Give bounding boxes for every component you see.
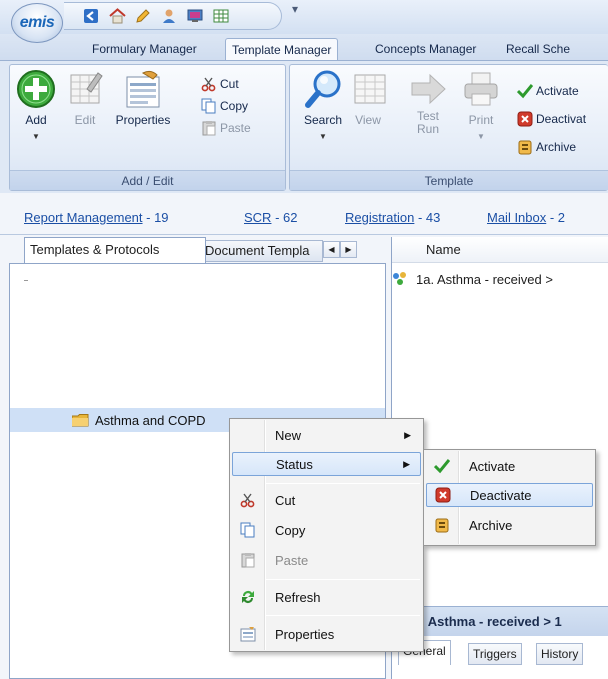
menu-separator [266,483,420,484]
edit-grid-icon [65,69,105,109]
link-registration[interactable]: Registration - 43 [345,210,440,225]
scissors-icon [201,76,217,92]
print-button[interactable]: Print ▼ [461,69,501,144]
monitor-icon[interactable] [186,7,204,25]
tab-concepts-manager[interactable]: Concepts Manager [369,38,482,61]
tab-formulary-manager[interactable]: Formulary Manager [86,38,203,61]
deactivate-icon [434,486,452,504]
tab-template-manager[interactable]: Template Manager [225,38,339,61]
printer-icon [461,69,501,109]
tab-document-templates[interactable]: Document Templa [199,240,323,262]
list-item[interactable]: 1a. Asthma - received > [392,267,608,291]
menu-item-new[interactable]: New ▶ [232,423,421,447]
menu-item-cut[interactable]: Cut [232,488,421,512]
properties-button[interactable]: Properties [107,69,179,128]
cut-button[interactable]: Cut [201,74,239,94]
left-panel-tabs: Templates & Protocols Document Templa ◀ … [9,237,386,263]
copy-button[interactable]: Copy [201,96,248,116]
menu-item-refresh[interactable]: Refresh [232,585,421,609]
menu-separator [266,579,420,580]
detail-title: . Asthma - received > 1 [392,606,608,636]
archive-icon [433,516,451,534]
ribbon-tabs: Formulary Manager Template Manager Conce… [0,34,608,61]
view-button[interactable]: View [350,69,386,128]
paste-icon [239,551,257,569]
view-grid-icon [350,69,390,109]
tab-recall-schedule[interactable]: Recall Sche [500,38,576,61]
submenu-item-archive[interactable]: Archive [426,513,593,537]
search-button[interactable]: Search ▼ [299,69,347,144]
patient-icon[interactable] [160,7,178,25]
activate-button[interactable]: Activate [517,81,579,101]
paste-button[interactable]: Paste [201,118,251,138]
scissors-icon [239,491,257,509]
copy-icon [201,98,217,114]
qat-customize-icon[interactable]: ▾ [292,2,298,16]
group-add-edit: Add ▼ Edit Properties Cut Copy Paste Add… [9,64,286,191]
pencil-icon[interactable] [134,7,152,25]
test-run-button[interactable]: Test Run [408,69,448,137]
menu-item-copy[interactable]: Copy [232,518,421,542]
checkmark-icon [433,457,451,475]
chevron-down-icon: ▼ [477,132,485,141]
archive-icon [517,139,533,155]
context-menu: New ▶ Status ▶ Cut Copy Paste Refresh Pr… [229,418,424,652]
menu-item-status[interactable]: Status ▶ [232,452,421,476]
detail-tabs: General Triggers History [392,637,608,665]
tree-connector [24,280,28,281]
group-template: Search ▼ View Test Run Print ▼ Activate … [289,64,608,191]
ribbon: Add ▼ Edit Properties Cut Copy Paste Add… [0,60,608,193]
column-header-name[interactable]: Name [392,237,608,263]
chevron-down-icon: ▼ [319,132,327,141]
add-icon [16,69,56,109]
submenu-item-activate[interactable]: Activate [426,454,593,478]
tab-history[interactable]: History [536,643,584,665]
submenu-item-deactivate[interactable]: Deactivate [426,483,593,507]
properties-icon [123,69,163,109]
back-icon[interactable] [82,7,100,25]
checkmark-icon [517,83,533,99]
deactivate-button[interactable]: Deactivat [517,109,586,129]
chevron-down-icon: ▼ [32,132,40,141]
title-bar: ▾ emis [0,0,608,43]
home-icon[interactable] [108,7,126,25]
group-label-add-edit: Add / Edit [10,170,285,190]
menu-separator [266,615,420,616]
app-logo-button[interactable]: emis [11,3,63,43]
tab-scroll-right-icon[interactable]: ▶ [340,241,357,258]
link-scr[interactable]: SCR - 62 [244,210,297,225]
archive-button[interactable]: Archive [517,137,576,157]
tab-templates-protocols[interactable]: Templates & Protocols [24,237,206,263]
link-report-management[interactable]: Report Management - 19 [24,210,169,225]
quick-access-toolbar [64,2,282,30]
app-logo: emis [19,14,55,31]
submenu-arrow-icon: ▶ [403,458,410,469]
menu-item-paste[interactable]: Paste [232,548,421,572]
folder-icon [71,413,89,427]
add-button[interactable]: Add ▼ [16,69,56,144]
refresh-icon [239,588,257,606]
link-mail-inbox[interactable]: Mail Inbox - 2 [487,210,565,225]
copy-icon [239,521,257,539]
properties-icon [239,625,257,643]
quick-links-bar: Report Management - 19 SCR - 62 Registra… [0,193,608,235]
tab-triggers[interactable]: Triggers [468,643,522,665]
menu-item-properties[interactable]: Properties [232,622,421,646]
search-icon [303,69,343,109]
deactivate-icon [517,111,533,127]
edit-button[interactable]: Edit [65,69,105,128]
grid-icon[interactable] [212,7,230,25]
status-submenu: Activate Deactivate Archive [423,449,596,546]
group-label-template: Template [290,170,608,190]
tab-scroll-left-icon[interactable]: ◀ [323,241,340,258]
arrow-right-icon [408,69,448,109]
protocol-icon [392,271,408,287]
submenu-arrow-icon: ▶ [404,429,411,440]
paste-icon [201,120,217,136]
